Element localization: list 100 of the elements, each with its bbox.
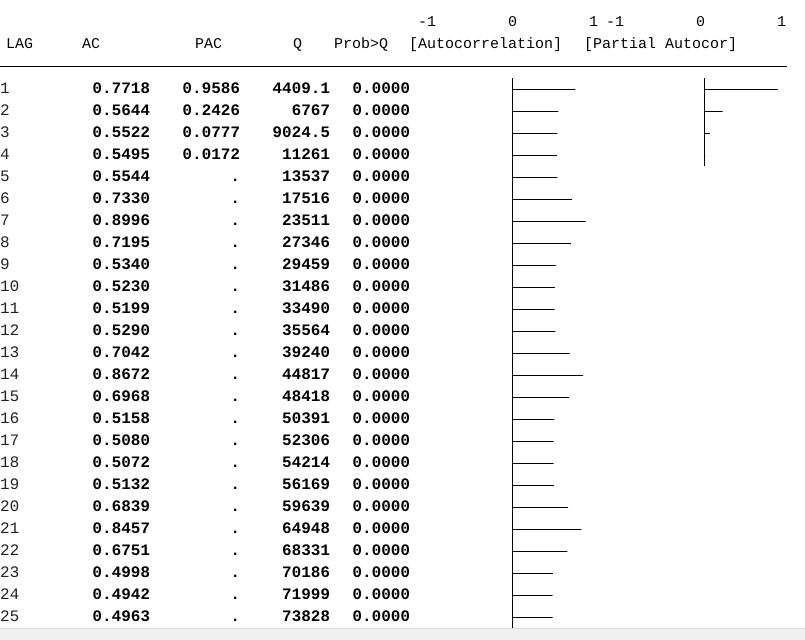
table-cell-text: 0.5544 [91, 168, 150, 186]
table-cell-text: . [229, 234, 240, 252]
table-cell-text: 4409.1 [271, 80, 330, 98]
table-cell-text: . [229, 344, 240, 362]
table-cell-text: 6767 [290, 102, 330, 120]
table-cell-text: 0.0000 [351, 410, 410, 428]
table-cell-text: . [229, 454, 240, 472]
column-header: PAC [194, 36, 223, 54]
column-header: AC [80, 36, 101, 54]
table-cell-text: 0.7195 [91, 234, 150, 252]
axis-tick-label: -1 [418, 14, 436, 32]
axis-tick-label: -1 [606, 14, 624, 32]
lag-cell-text: 21 [0, 520, 20, 538]
table-cell-text: 29459 [280, 256, 330, 274]
axis-tick-label: 0 [508, 14, 517, 32]
table-cell-text: 35564 [280, 322, 330, 340]
table-cell-text: 0.7718 [91, 80, 150, 98]
table-cell-text: 13537 [280, 168, 330, 186]
table-cell-text: 0.8672 [91, 366, 150, 384]
table-cell-text: 0.5080 [91, 432, 150, 450]
lag-cell-text: 25 [0, 608, 20, 626]
table-cell-text: 0.5495 [91, 146, 150, 164]
table-cell-text: 17516 [280, 190, 330, 208]
table-cell-text: 48418 [280, 388, 330, 406]
table-cell-text: 0.2426 [181, 102, 240, 120]
table-cell-text: 70186 [280, 564, 330, 582]
table-cell-text: 31486 [280, 278, 330, 296]
table-cell-text: . [229, 278, 240, 296]
table-cell-text: . [229, 520, 240, 538]
table-cell-text: 0.0000 [351, 542, 410, 560]
lag-cell-text: 16 [0, 410, 20, 428]
lag-cell-text: 18 [0, 454, 20, 472]
table-cell-text: 73828 [280, 608, 330, 626]
table-cell-text: 59639 [280, 498, 330, 516]
table-cell-text: . [229, 256, 240, 274]
table-cell-text: 0.8457 [91, 520, 150, 538]
table-cell-text: . [229, 564, 240, 582]
table-cell-text: 0.0000 [351, 322, 410, 340]
table-cell-text: 0.4963 [91, 608, 150, 626]
table-cell-text: 0.0000 [351, 300, 410, 318]
table-cell-text: 0.0000 [351, 234, 410, 252]
lag-cell-text: 22 [0, 542, 20, 560]
plot-title: [Autocorrelation] [409, 36, 562, 54]
lag-cell-text: 14 [0, 366, 20, 384]
table-cell-text: 0.0000 [351, 586, 410, 604]
table-cell-text: 0.0000 [351, 80, 410, 98]
table-cell-text: 0.0000 [351, 168, 410, 186]
lag-cell-text: 20 [0, 498, 20, 516]
table-cell-text: 0.0000 [351, 190, 410, 208]
table-cell-text: 0.0000 [351, 454, 410, 472]
table-cell-text: 0.0000 [351, 366, 410, 384]
table-cell-text: 0.0000 [351, 278, 410, 296]
table-cell-text: 0.0000 [351, 432, 410, 450]
table-cell-text: 0.0000 [351, 102, 410, 120]
table-cell-text: . [229, 366, 240, 384]
table-cell-text: 0.0000 [351, 344, 410, 362]
column-header: Prob>Q [332, 36, 388, 54]
table-cell-text: 68331 [280, 542, 330, 560]
table-cell-text: 27346 [280, 234, 330, 252]
table-cell-text: . [229, 586, 240, 604]
table-cell-text: 0.5132 [91, 476, 150, 494]
lag-cell-text: 8 [0, 234, 11, 252]
table-cell-text: . [229, 476, 240, 494]
table-cell-text: 0.7042 [91, 344, 150, 362]
axis-tick-label: 1 [776, 14, 786, 32]
table-cell-text: 0.0000 [351, 608, 410, 626]
table-cell-text: 0.5522 [91, 124, 150, 142]
lag-cell-text: 24 [0, 586, 20, 604]
table-cell-text: 71999 [280, 586, 330, 604]
axis-tick-label: 1 [588, 14, 598, 32]
table-cell-text: . [229, 322, 240, 340]
table-cell-text: 56169 [280, 476, 330, 494]
table-cell-text: 0.0000 [351, 520, 410, 538]
table-cell-text: . [229, 212, 240, 230]
table-cell-text: 33490 [280, 300, 330, 318]
table-cell-text: . [229, 542, 240, 560]
table-cell-text: 0.0172 [181, 146, 240, 164]
table-cell-text: 0.8996 [91, 212, 150, 230]
table-cell-text: 0.0000 [351, 564, 410, 582]
lag-cell-text: 15 [0, 388, 20, 406]
table-cell-text: . [229, 608, 240, 626]
table-cell-text: 0.0000 [351, 256, 410, 274]
table-cell-text: . [229, 410, 240, 428]
table-cell-text: 0.6751 [91, 542, 150, 560]
table-cell-text: 0.6839 [91, 498, 150, 516]
table-cell-text: 44817 [280, 366, 330, 384]
lag-cell-text: 19 [0, 476, 20, 494]
lag-cell-text: 11 [0, 300, 20, 318]
table-cell-text: 23511 [280, 212, 330, 230]
lag-cell-text: 4 [0, 146, 11, 164]
table-cell-text: . [229, 388, 240, 406]
table-cell-text: 0.5340 [91, 256, 150, 274]
table-cell-text: 50391 [280, 410, 330, 428]
table-cell-text: 52306 [280, 432, 330, 450]
table-cell-text: . [229, 300, 240, 318]
lag-cell-text: 17 [0, 432, 20, 450]
table-cell-text: 39240 [280, 344, 330, 362]
table-cell-text: 0.6968 [91, 388, 150, 406]
table-cell-text: 0.0000 [351, 212, 410, 230]
table-cell-text: 0.7330 [91, 190, 150, 208]
